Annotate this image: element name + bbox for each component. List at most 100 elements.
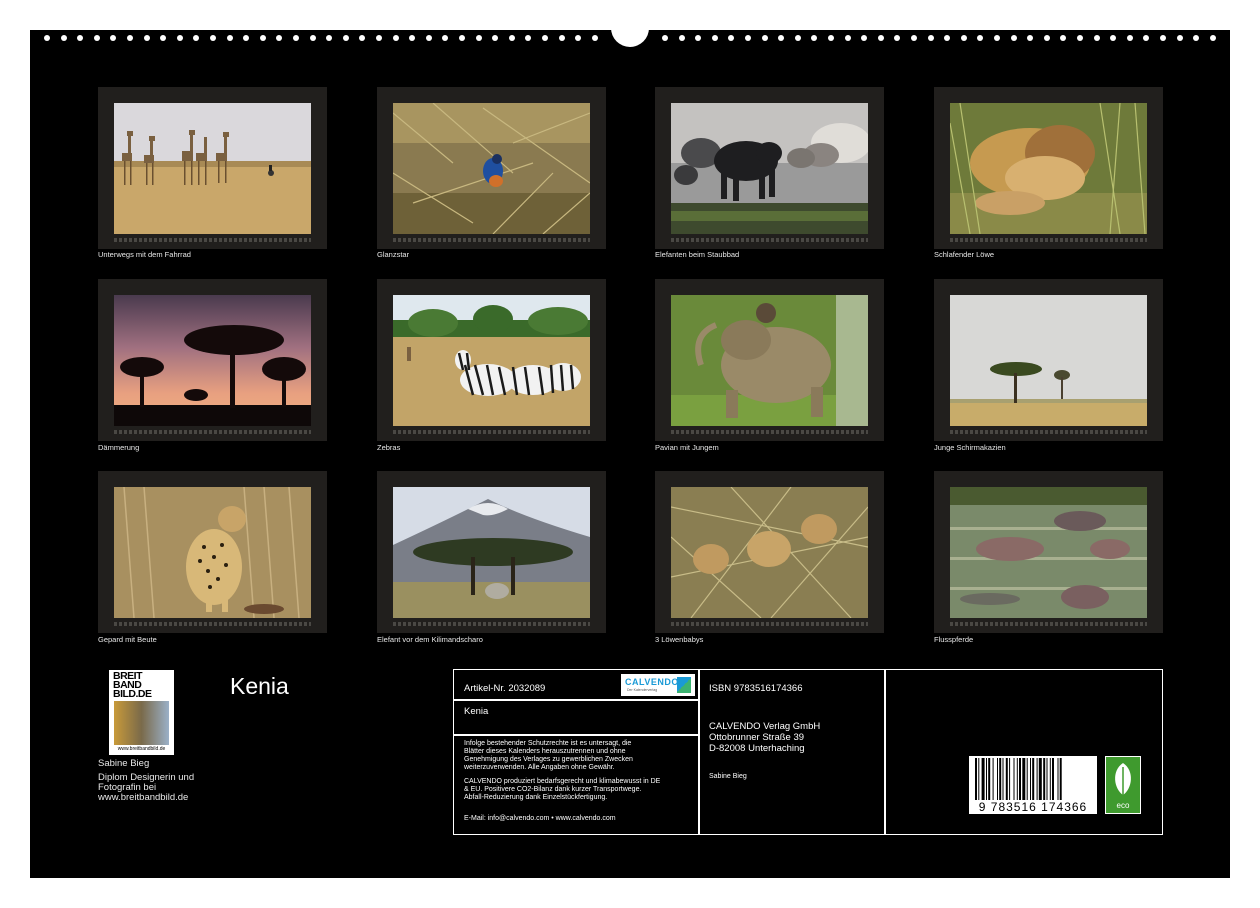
calvendo-logo: CALVENDO Der Kalenderverlag	[621, 674, 695, 696]
photo-strip	[114, 430, 311, 434]
binding-hole	[678, 35, 685, 41]
contact-line: E-Mail: info@calvendo.com • www.calvendo…	[464, 815, 616, 822]
binding-hole	[575, 35, 582, 41]
binding-hole	[944, 35, 951, 41]
author-name: Sabine Bieg	[98, 758, 150, 769]
photo-frame	[377, 279, 606, 441]
photo-strip	[950, 622, 1147, 626]
binding-hole	[60, 35, 67, 41]
binding-hole	[1060, 35, 1067, 41]
barcode-bar	[1019, 758, 1021, 800]
divider	[454, 699, 698, 701]
binding-hole	[894, 35, 901, 41]
logo-url: www.breitbandbild.de	[117, 746, 166, 752]
binding-hole	[591, 35, 598, 41]
barcode-bar	[1005, 758, 1008, 800]
barcode-bar	[992, 758, 994, 800]
binding-hole	[77, 35, 84, 41]
barcode-bar	[1052, 758, 1054, 800]
barcode-bar	[981, 758, 985, 800]
binding-hole	[525, 35, 532, 41]
binding-hole	[243, 35, 250, 41]
photo-cheetah	[114, 487, 311, 618]
product-info-box: Artikel-Nr. 2032089 CALVENDO Der Kalende…	[453, 669, 1163, 835]
photo-frame	[934, 87, 1163, 249]
calendar-back-page: Unterwegs mit dem Fahrrad Glanzstar Elef…	[30, 18, 1230, 878]
photo-strip	[671, 622, 868, 626]
logo-wordmark: BREIT BAND BILD.DE	[113, 670, 152, 700]
photo-strip	[671, 430, 868, 434]
photo-caption: Pavian mit Jungem	[655, 443, 719, 452]
photo-caption: Glanzstar	[377, 250, 410, 259]
calvendo-wordmark: CALVENDO	[625, 677, 679, 687]
binding-hole	[1010, 35, 1017, 41]
photo-frame	[377, 87, 606, 249]
binding-hole	[376, 35, 382, 41]
eco-label: eco	[1116, 801, 1130, 810]
photo-frame	[655, 279, 884, 441]
binding-hole	[1110, 35, 1117, 41]
barcode-bar	[1032, 758, 1035, 800]
binding-hole	[1143, 35, 1150, 41]
binding-hole	[662, 35, 668, 41]
binding-hole	[210, 35, 216, 41]
binding-hole	[475, 35, 482, 41]
barcode-bar	[1009, 758, 1011, 800]
breitbandbild-logo: BREIT BAND BILD.DE www.breitbandbild.de	[109, 670, 174, 755]
photo-zebras	[393, 295, 590, 426]
barcode-bar	[1030, 758, 1031, 800]
production-note-line: & EU. Positivere CO2-Bilanz dank kurzer …	[464, 786, 642, 793]
barcode-bar	[999, 758, 1002, 800]
publisher-name: CALVENDO Verlag GmbH	[709, 721, 821, 732]
binding-hole	[342, 35, 349, 41]
binding-hole	[309, 35, 316, 41]
eco-badge: eco	[1105, 756, 1141, 814]
legal-notice-line: Genehmigung des Verlages zu gewerblichen…	[464, 756, 633, 763]
binding-hole	[442, 35, 449, 41]
photo-lion-cubs	[671, 487, 868, 618]
binding-hole	[44, 35, 50, 41]
photo-frame	[934, 279, 1163, 441]
calvendo-flag-icon	[677, 677, 691, 693]
barcode-bar	[1046, 758, 1048, 800]
barcode-bar	[975, 758, 977, 800]
barcode-bar	[1016, 758, 1018, 800]
photo-strip	[950, 238, 1147, 242]
photo-strip	[114, 238, 311, 242]
binding-hole	[1160, 35, 1166, 41]
photo-young-acacias	[950, 295, 1147, 426]
binding-hole	[877, 35, 884, 41]
barcode-bar	[997, 758, 998, 800]
barcode-bar	[978, 758, 980, 800]
production-note-line: Abfall-Reduzierung dank Einzelstückferti…	[464, 794, 608, 801]
binding-hole	[409, 35, 416, 41]
binding-hole	[293, 35, 299, 41]
binding-hole	[960, 35, 967, 41]
binding-hole	[1077, 35, 1083, 41]
barcode-bar	[1022, 758, 1026, 800]
photo-strip	[393, 430, 590, 434]
legal-notice-line: Infolge bestehender Schutzrechte ist es …	[464, 740, 632, 747]
article-number: Artikel-Nr. 2032089	[464, 683, 546, 694]
barcode-bar	[1013, 758, 1015, 800]
binding-hole	[459, 35, 465, 41]
photo-caption: Dämmerung	[98, 443, 140, 452]
photo-frame	[377, 471, 606, 633]
binding-hole	[326, 35, 333, 41]
barcode-number: 9 783516 174366	[978, 800, 1088, 814]
photo-elephants-dust	[671, 103, 868, 234]
calendar-title: Kenia	[230, 673, 289, 699]
binding-hole	[508, 35, 515, 41]
photo-frame	[655, 87, 884, 249]
photo-caption: 3 Löwenbabys	[655, 635, 704, 644]
barcode-bars	[975, 758, 1062, 800]
photo-superb-starling	[393, 103, 590, 234]
photo-caption: Elefanten beim Staubbad	[655, 250, 740, 259]
binding-hole	[927, 35, 934, 41]
photo-strip	[671, 238, 868, 242]
binding-hole	[728, 35, 735, 41]
legal-notice-line: Blätter dieses Kalenders herauszutrennen…	[464, 748, 626, 755]
binding-hole	[828, 35, 834, 41]
logo-photo	[114, 701, 169, 745]
binding-hole	[844, 35, 851, 41]
